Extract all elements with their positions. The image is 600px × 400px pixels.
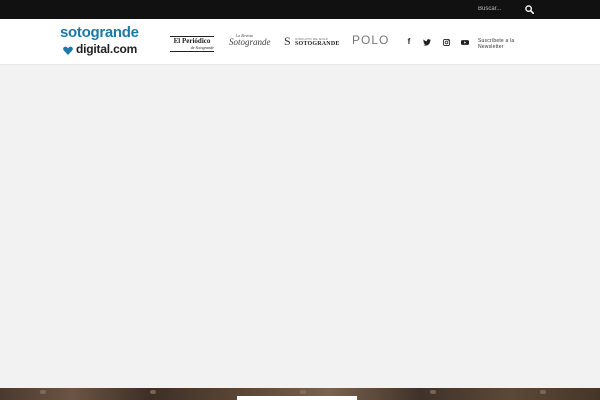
publication-circuito-golf[interactable]: S CIRCUITO DE GOLF SOTOGRANDE (284, 34, 340, 49)
logo-wordmark-top: sotogrande (60, 24, 139, 41)
image-detail (150, 390, 156, 394)
newsletter-link[interactable]: Suscríbete a la Newsletter (478, 38, 520, 50)
main-content-area (0, 65, 600, 388)
newsletter-label-line2: Newsletter (478, 44, 504, 50)
instagram-icon (442, 38, 450, 46)
facebook-icon: f (407, 37, 411, 46)
twitter-link[interactable] (421, 36, 433, 48)
twitter-icon (423, 38, 431, 46)
image-detail (300, 390, 306, 394)
site-header: sotogrande digital.com El Periódico de S… (0, 19, 600, 65)
instagram-link[interactable] (440, 36, 452, 48)
image-detail (540, 390, 546, 394)
publication-title: SOTOGRANDE (295, 41, 340, 47)
publication-polo[interactable]: POLO (352, 33, 390, 49)
publication-subtitle: de Sotogrande (190, 45, 214, 50)
search-icon (524, 5, 534, 14)
publication-title: Sotogrande (229, 37, 271, 47)
publication-title: El Periódico (173, 37, 211, 45)
image-detail (430, 390, 436, 394)
top-bar (0, 0, 600, 19)
search-button[interactable] (522, 3, 536, 16)
golf-s-logo: S (284, 34, 291, 48)
heart-arrow-icon (63, 46, 73, 55)
logo-wordmark-bottom: digital.com (76, 42, 138, 56)
site-logo[interactable]: sotogrande digital.com (60, 25, 152, 59)
image-caption-box (237, 396, 357, 400)
youtube-link[interactable] (459, 36, 471, 48)
image-detail (40, 390, 46, 394)
youtube-icon (461, 39, 469, 45)
publication-el-periodico[interactable]: El Periódico de Sotogrande (170, 36, 214, 52)
publication-title: POLO (352, 33, 390, 47)
publication-la-revista[interactable]: La Revista Sotogrande (229, 33, 275, 53)
facebook-link[interactable]: f (403, 36, 415, 48)
